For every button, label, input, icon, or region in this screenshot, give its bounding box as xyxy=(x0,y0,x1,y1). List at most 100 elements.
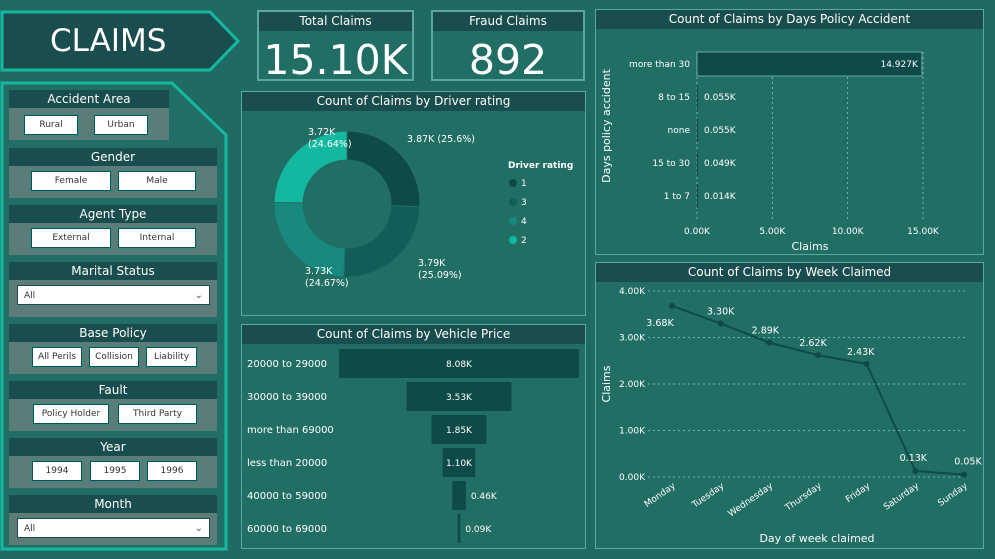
filter-title: Marital Status xyxy=(9,262,217,280)
filter-marital-status: Marital Status All ⌄ xyxy=(9,262,217,317)
legend-marker xyxy=(509,179,517,187)
data-point xyxy=(863,361,870,368)
funnel-bar xyxy=(457,514,461,543)
month-dropdown[interactable]: All ⌄ xyxy=(17,518,210,538)
dropdown-value: All xyxy=(24,291,36,301)
x-tick-label: Thursday xyxy=(783,481,824,514)
category-label: 20000 to 29000 xyxy=(247,359,327,370)
filter-title: Agent Type xyxy=(9,205,217,223)
x-tick-label: 15.00K xyxy=(907,227,940,237)
x-tick-label: Wednesday xyxy=(727,481,776,519)
x-tick-label: 10.00K xyxy=(832,227,865,237)
dropdown-value: All xyxy=(24,524,36,534)
value-label: 0.049K xyxy=(704,159,737,169)
filter-option-male[interactable]: Male xyxy=(118,171,196,191)
chart-title: Count of Claims by Days Policy Accident xyxy=(596,10,983,29)
chevron-down-icon: ⌄ xyxy=(194,290,203,301)
x-axis-label: Claims xyxy=(792,240,829,253)
y-axis-label: Claims xyxy=(600,365,613,402)
filter-option-urban[interactable]: Urban xyxy=(94,115,148,135)
data-point xyxy=(669,302,675,309)
driver-rating-chart: Count of Claims by Driver rating 3.87K (… xyxy=(241,91,586,316)
value-label: 0.09K xyxy=(465,525,492,535)
chart-title: Count of Claims by Driver rating xyxy=(242,92,585,111)
value-label: 1.10K xyxy=(446,459,473,469)
filter-option-rural[interactable]: Rural xyxy=(24,115,78,135)
filter-title: Gender xyxy=(9,148,217,166)
value-label: 14.927K xyxy=(880,60,918,70)
filter-fault: Fault Policy Holder Third Party xyxy=(9,381,217,431)
y-axis-label: Days policy accident xyxy=(600,68,613,182)
vehicle-price-chart: Count of Claims by Vehicle Price 20000 t… xyxy=(241,324,586,549)
kpi-label: Fraud Claims xyxy=(433,12,583,31)
filter-option-female[interactable]: Female xyxy=(31,171,111,191)
filter-year: Year 1994 1995 1996 xyxy=(9,438,217,488)
filter-title: Accident Area xyxy=(9,90,169,108)
data-point xyxy=(717,320,724,327)
marital-status-dropdown[interactable]: All ⌄ xyxy=(17,285,210,305)
x-tick-label: Saturday xyxy=(882,481,922,513)
data-point xyxy=(815,352,821,359)
bar xyxy=(697,184,698,208)
category-label: none xyxy=(668,126,691,136)
filter-agent-type: Agent Type External Internal xyxy=(9,205,217,255)
data-point xyxy=(912,467,919,474)
kpi-value: 892 xyxy=(468,36,548,84)
filter-option-1994[interactable]: 1994 xyxy=(32,461,82,481)
slice-label: 3.79K (25.09%) xyxy=(418,258,462,281)
filter-title: Year xyxy=(9,438,217,456)
x-axis-label: Day of week claimed xyxy=(759,532,874,545)
chevron-down-icon: ⌄ xyxy=(194,523,203,534)
vehicle-funnel: 20000 to 29000 8.08K 30000 to 39000 3.53K mo… xyxy=(247,349,579,543)
kpi-value: 15.10K xyxy=(263,36,408,84)
data-point xyxy=(766,339,773,346)
donut-chart: 3.87K (25.6%)3.79K (25.09%)3.73K (24.67%)3… xyxy=(273,127,573,289)
x-tick-label: Friday xyxy=(844,481,873,505)
category-label: 30000 to 39000 xyxy=(247,392,327,403)
category-label: 8 to 15 xyxy=(658,93,690,103)
filters-panel: Accident Area Rural Urban Gender Female … xyxy=(0,81,227,550)
value-label: 3.53K xyxy=(446,393,473,403)
data-label: 3.68K xyxy=(646,318,674,329)
category-label: more than 69000 xyxy=(247,425,334,436)
filter-option-liability[interactable]: Liability xyxy=(146,347,197,367)
kpi-total-claims: Total Claims 15.10K xyxy=(257,10,414,84)
filter-option-third-party[interactable]: Third Party xyxy=(118,404,197,424)
x-tick-label: Sunday xyxy=(936,481,970,509)
filter-option-external[interactable]: External xyxy=(31,228,111,248)
data-label: 2.62K xyxy=(799,338,827,349)
value-label: 0.014K xyxy=(704,192,737,202)
x-tick-label: 5.00K xyxy=(759,227,786,237)
legend-label: 2 xyxy=(521,236,527,246)
donut-slice-3 xyxy=(343,205,421,278)
funnel-bar xyxy=(452,481,466,510)
filter-base-policy: Base Policy All Perils Collision Liabili… xyxy=(9,324,217,374)
value-label: 0.055K xyxy=(704,93,737,103)
filter-option-internal[interactable]: Internal xyxy=(118,228,196,248)
series-line xyxy=(671,304,965,476)
data-point xyxy=(961,471,967,478)
category-label: 1 to 7 xyxy=(664,192,690,202)
filter-option-1996[interactable]: 1996 xyxy=(147,461,197,481)
y-tick-label: 0.00K xyxy=(619,473,646,483)
legend-label: 4 xyxy=(521,217,527,227)
x-tick-label: Monday xyxy=(643,481,678,510)
category-label: 40000 to 59000 xyxy=(247,491,327,502)
legend-label: 3 xyxy=(521,198,527,208)
value-label: 1.85K xyxy=(446,426,473,436)
y-tick-label: 1.00K xyxy=(619,427,646,437)
filter-option-collision[interactable]: Collision xyxy=(89,347,139,367)
filter-option-all-perils[interactable]: All Perils xyxy=(32,347,82,367)
legend-label: 1 xyxy=(521,179,527,189)
days-policy-chart: Count of Claims by Days Policy Accident … xyxy=(595,9,984,255)
filter-option-policy-holder[interactable]: Policy Holder xyxy=(33,404,109,424)
filter-title: Month xyxy=(9,495,217,513)
legend-marker xyxy=(509,236,517,244)
filter-option-1995[interactable]: 1995 xyxy=(90,461,140,481)
value-label: 0.46K xyxy=(471,492,498,502)
week-claimed-chart: Count of Claims by Week Claimed 0.00K 1.0… xyxy=(595,262,984,549)
y-tick-label: 4.00K xyxy=(619,287,646,297)
week-line-chart: 0.00K 1.00K 2.00K 3.00K 4.00K 3.68K Monday 3.30… xyxy=(600,287,982,545)
data-label: 2.43K xyxy=(847,347,875,358)
legend-marker xyxy=(509,217,517,225)
